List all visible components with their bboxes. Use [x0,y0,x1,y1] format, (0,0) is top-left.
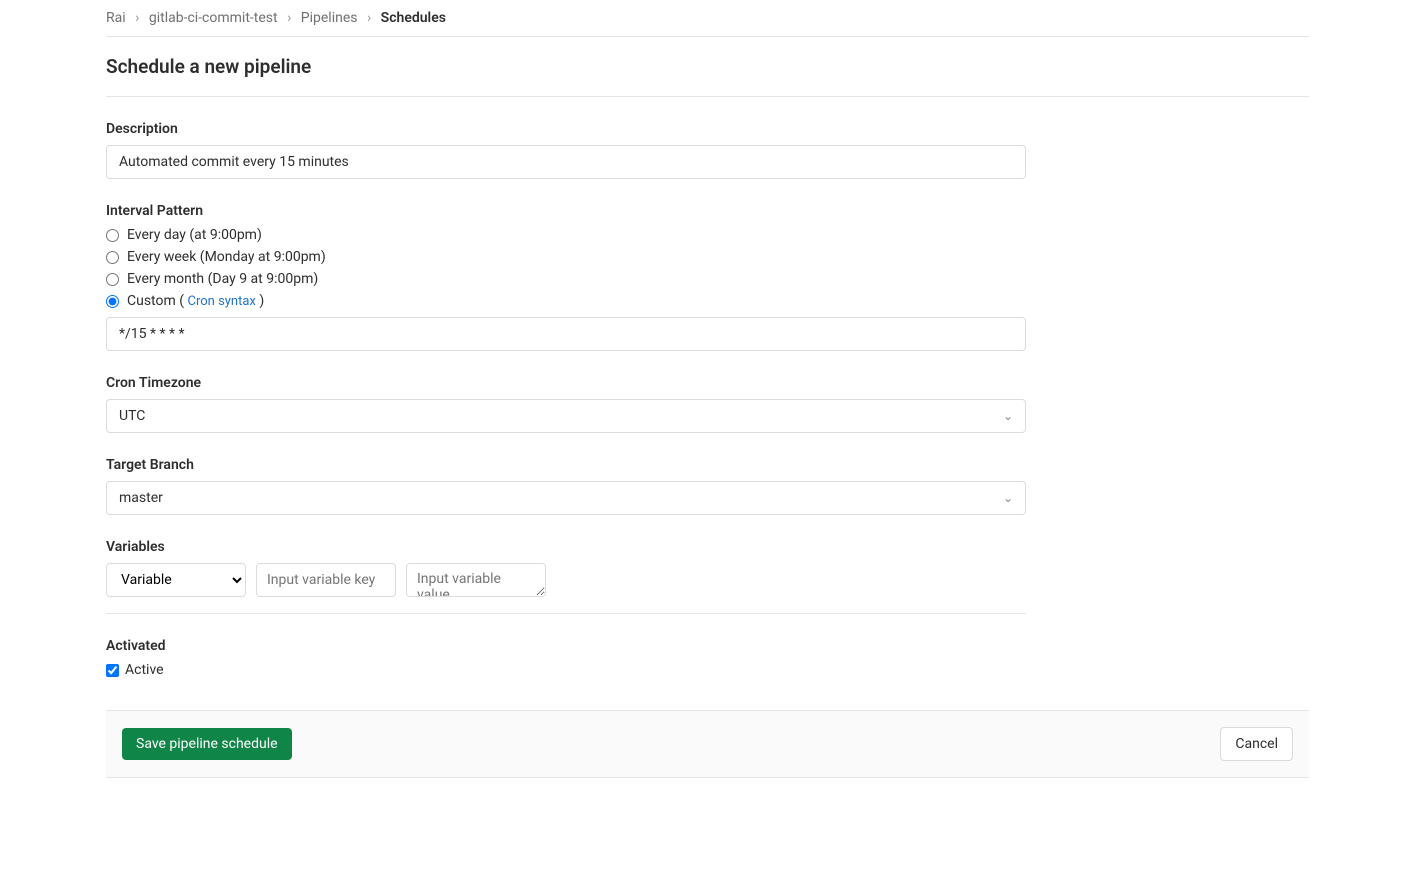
interval-label: Interval Pattern [106,203,1026,219]
dropdown-value: master [119,490,163,506]
chevron-right-icon: › [367,10,371,26]
variable-key-input[interactable] [256,563,396,597]
activated-label: Activated [106,638,1026,654]
cron-expression-input[interactable] [106,317,1026,351]
radio-input[interactable] [106,251,119,264]
interval-radio-custom[interactable]: Custom ( Cron syntax ) [106,293,1026,309]
radio-label: Custom ( Cron syntax ) [127,293,264,309]
dropdown-value: UTC [119,408,145,424]
variable-value-input[interactable] [406,563,546,597]
cancel-button[interactable]: Cancel [1220,727,1293,761]
interval-radio-daily[interactable]: Every day (at 9:00pm) [106,227,1026,243]
radio-label: Every day (at 9:00pm) [127,227,262,243]
footer-actions: Save pipeline schedule Cancel [106,710,1309,778]
radio-input[interactable] [106,273,119,286]
active-checkbox-row[interactable]: Active [106,662,1026,678]
chevron-right-icon: › [287,10,291,26]
interval-radio-weekly[interactable]: Every week (Monday at 9:00pm) [106,249,1026,265]
timezone-dropdown[interactable]: UTC ⌄ [106,399,1026,433]
variable-type-select[interactable]: Variable [106,563,246,597]
chevron-right-icon: › [135,10,139,26]
radio-input[interactable] [106,295,119,308]
active-checkbox[interactable] [106,664,119,677]
description-label: Description [106,121,1026,137]
cron-syntax-link[interactable]: Cron syntax [188,294,256,309]
breadcrumb-link-project[interactable]: gitlab-ci-commit-test [149,10,278,26]
chevron-down-icon: ⌄ [1003,409,1013,423]
breadcrumb: Rai › gitlab-ci-commit-test › Pipelines … [106,0,1309,37]
save-button[interactable]: Save pipeline schedule [122,728,292,760]
page-title: Schedule a new pipeline [106,37,1309,97]
breadcrumb-link-user[interactable]: Rai [106,10,126,26]
breadcrumb-link-pipelines[interactable]: Pipelines [301,10,358,26]
branch-dropdown[interactable]: master ⌄ [106,481,1026,515]
interval-radio-monthly[interactable]: Every month (Day 9 at 9:00pm) [106,271,1026,287]
variables-label: Variables [106,539,1026,555]
branch-label: Target Branch [106,457,1026,473]
timezone-label: Cron Timezone [106,375,1026,391]
checkbox-label: Active [125,662,164,678]
description-input[interactable] [106,145,1026,179]
radio-input[interactable] [106,229,119,242]
radio-label: Every week (Monday at 9:00pm) [127,249,326,265]
radio-label: Every month (Day 9 at 9:00pm) [127,271,318,287]
breadcrumb-current: Schedules [381,10,446,26]
chevron-down-icon: ⌄ [1003,491,1013,505]
